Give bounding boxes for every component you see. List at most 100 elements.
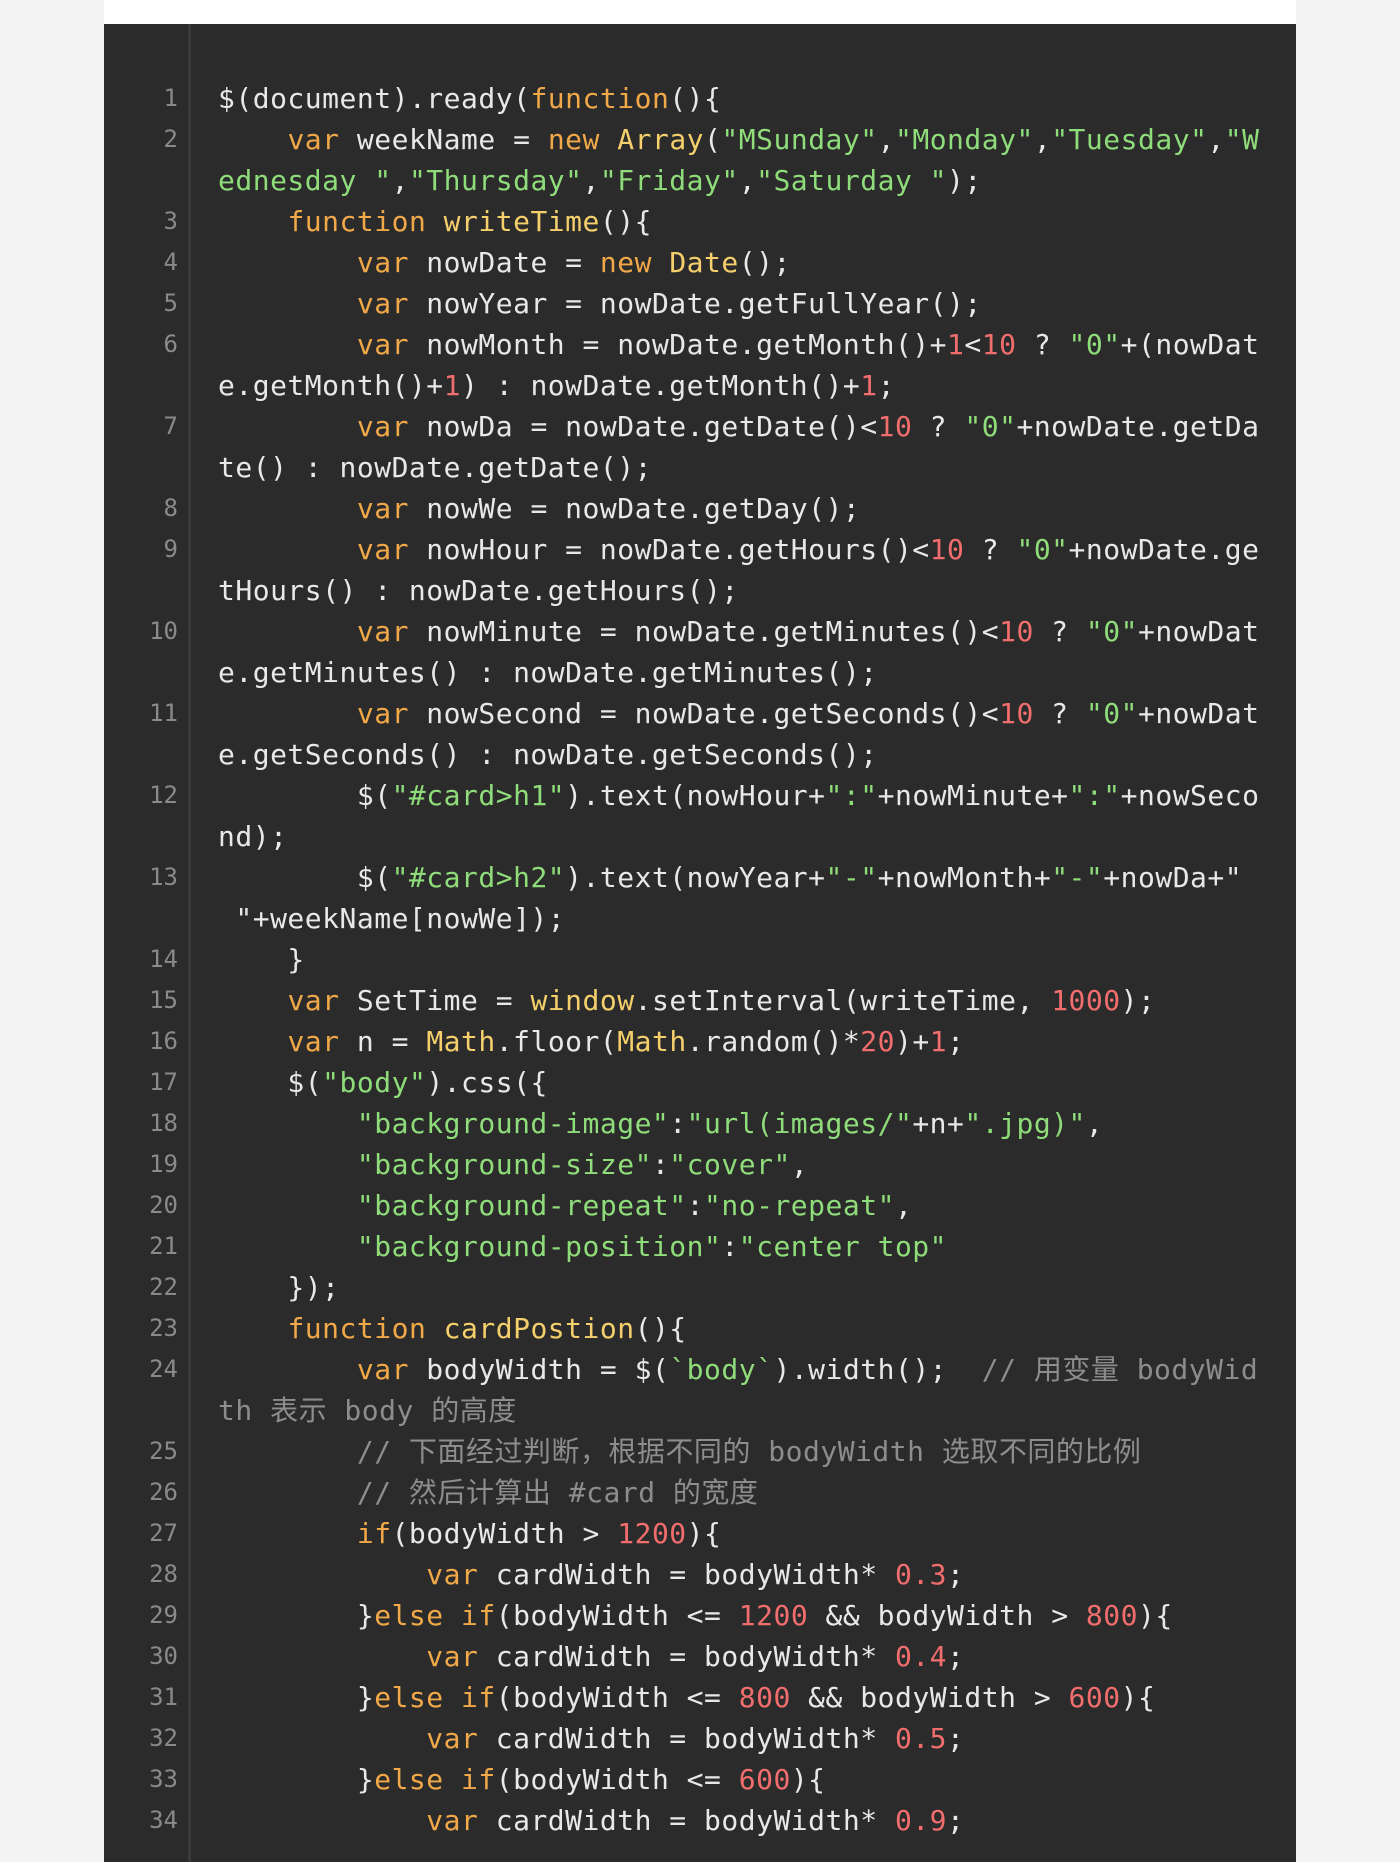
code-token: ( <box>704 123 722 156</box>
code-token: +nowDat <box>1137 697 1260 730</box>
code-token: cardWidth = bodyWidth* <box>478 1722 895 1755</box>
code-token: && bodyWidth > <box>790 1681 1069 1714</box>
code-line: e.getMinutes() : nowDate.getMinutes(); <box>218 652 878 693</box>
code-token: nowDate = <box>408 246 600 279</box>
code-token: , <box>790 1148 809 1181</box>
code-token: "background-position" <box>356 1230 722 1263</box>
code-token: (); <box>738 246 791 279</box>
code-token: 1 <box>860 369 878 402</box>
code-token: ? <box>964 533 1017 566</box>
code-token: +n+ <box>912 1107 965 1140</box>
code-token: 600 <box>738 1763 791 1796</box>
code-token: +(nowDat <box>1120 328 1260 361</box>
line-number: 8 <box>163 494 178 522</box>
code-line: "background-repeat":"no-repeat", <box>218 1185 912 1226</box>
code-token: ){ <box>1120 1681 1156 1714</box>
code-token: 800 <box>1085 1599 1138 1632</box>
code-token: ; <box>947 1722 965 1755</box>
line-number: 29 <box>149 1601 178 1629</box>
line-number: 23 <box>149 1314 178 1342</box>
code-token: var <box>426 1640 479 1673</box>
code-line: var nowMinute = nowDate.getMinutes()<10 … <box>218 611 1259 652</box>
code-line: $(document).ready(function(){ <box>218 78 721 119</box>
code-token: "-" <box>1051 861 1104 894</box>
code-line: var nowWe = nowDate.getDay(); <box>218 488 860 529</box>
code-line: } <box>218 939 305 980</box>
code-line: $("#card>h2").text(nowYear+"-"+nowMonth+… <box>218 857 1242 898</box>
code-token: , <box>1207 123 1225 156</box>
code-token: "body" <box>322 1066 427 1099</box>
code-token: function <box>287 205 427 238</box>
code-token: $( <box>218 779 392 812</box>
code-token: var <box>287 984 340 1017</box>
code-token: var <box>356 697 409 730</box>
code-token: "0" <box>1085 697 1138 730</box>
code-token: var <box>426 1722 479 1755</box>
code-token: if <box>356 1517 392 1550</box>
code-token: ).text(nowYear+ <box>565 861 826 894</box>
code-token: 0.9 <box>894 1804 948 1837</box>
code-token: : <box>669 1107 687 1140</box>
code-token: ? <box>1016 328 1069 361</box>
code-token: else if <box>374 1681 496 1714</box>
code-line: $("#card>h1").text(nowHour+":"+nowMinute… <box>218 775 1259 816</box>
code-token: 20 <box>860 1025 895 1058</box>
code-token: te() : nowDate.getDate(); <box>218 451 652 484</box>
code-token: ednesday " <box>218 164 392 197</box>
code-token: var <box>426 1804 479 1837</box>
code-line: // 然后计算出 #card 的宽度 <box>218 1472 758 1513</box>
code-token: +nowDate.ge <box>1068 533 1260 566</box>
code-line: $("body").css({ <box>218 1062 548 1103</box>
code-block[interactable]: 1 2 3 4 5 6 7 8 9 10 11 12 13 14 15 16 17 18 19 20 21 22 23 24 2… <box>104 24 1296 1862</box>
code-line: th 表示 body 的高度 <box>218 1390 517 1431</box>
code-line: var weekName = new Array("MSunday","Mond… <box>218 119 1260 160</box>
code-line: var cardWidth = bodyWidth* 0.5; <box>218 1718 964 1759</box>
code-token: 1 <box>443 369 462 402</box>
line-number: 5 <box>163 289 178 317</box>
line-number: 18 <box>149 1109 178 1137</box>
code-token: cardWidth = bodyWidth* <box>478 1558 895 1591</box>
code-token: "MSunday" <box>721 123 878 156</box>
code-token: var <box>356 1353 409 1386</box>
code-token: 0.5 <box>894 1722 948 1755</box>
code-line: function cardPostion(){ <box>218 1308 687 1349</box>
code-token: 600 <box>1068 1681 1121 1714</box>
code-token: , <box>582 164 600 197</box>
code-token: cardWidth = bodyWidth* <box>478 1804 895 1837</box>
code-token: 10 <box>999 697 1034 730</box>
line-number: 21 <box>149 1232 178 1260</box>
code-token: "background-repeat" <box>356 1189 687 1222</box>
line-number: 7 <box>163 412 178 440</box>
code-token: +nowDat <box>1137 615 1260 648</box>
line-number: 11 <box>149 699 178 727</box>
code-token: 1000 <box>1051 984 1121 1017</box>
code-token: ? <box>1033 697 1086 730</box>
line-number: 16 <box>149 1027 178 1055</box>
code-token: `body` <box>669 1353 774 1386</box>
code-token: : <box>721 1230 739 1263</box>
code-token: "0" <box>1085 615 1138 648</box>
code-token: new <box>547 123 600 156</box>
code-token: .setInterval(writeTime, <box>634 984 1052 1017</box>
code-token: "W <box>1224 123 1260 156</box>
code-token: bodyWidth = $( <box>408 1353 670 1386</box>
line-number: 33 <box>149 1765 178 1793</box>
code-token: Array <box>617 123 705 156</box>
line-number: 19 <box>149 1150 178 1178</box>
code-token: "background-image" <box>356 1107 670 1140</box>
line-number: 27 <box>149 1519 178 1547</box>
line-number: 24 <box>149 1355 178 1383</box>
code-token: < <box>964 328 982 361</box>
code-token: (){ <box>669 82 722 115</box>
line-number: 1 <box>163 84 178 112</box>
code-line: var nowSecond = nowDate.getSeconds()<10 … <box>218 693 1259 734</box>
